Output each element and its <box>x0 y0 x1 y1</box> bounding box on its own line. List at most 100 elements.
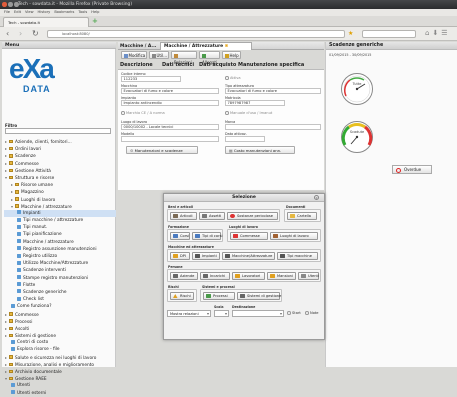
menu-item-tools[interactable]: Tools <box>78 10 87 14</box>
tree-item[interactable]: Utenti <box>4 382 116 389</box>
tree-item[interactable]: ▸ Luoghi di lavoro <box>4 196 116 203</box>
destinazione-select[interactable] <box>232 310 284 317</box>
tree-item[interactable]: ▸ Salute e sicurezza nei luoghi di lavoro <box>4 354 116 361</box>
tree-item[interactable]: Tipi macchine / attrezzature <box>4 217 116 224</box>
tree-item[interactable]: Stampe registro manutenzioni <box>4 275 116 282</box>
tree-item[interactable]: Utenti esterni <box>4 390 116 397</box>
aziende-button[interactable]: Aziende <box>170 271 198 280</box>
reload-icon[interactable]: ↻ <box>32 29 39 38</box>
commesse-button[interactable]: Commesse <box>230 231 268 240</box>
note-checkbox[interactable]: Note <box>305 311 319 315</box>
tree-item[interactable]: ▸ Commesse <box>4 160 116 167</box>
luogo-select[interactable]: 0000/10002 - Locale tecnici <box>121 124 219 130</box>
tree-item[interactable]: Centri di costo <box>4 339 116 346</box>
rischi-button[interactable]: Rischi <box>170 291 194 300</box>
window-controls[interactable] <box>2 2 20 9</box>
tab-macchine-short[interactable]: Macchine / A... <box>120 43 156 50</box>
tree-item[interactable]: ▸ Risorse umane <box>4 181 116 188</box>
bookmark-star-icon[interactable]: ★ <box>348 30 353 37</box>
tree-item[interactable]: ▸ Aziende, clienti, fornitori... <box>4 138 116 145</box>
dialog-close-icon[interactable]: x <box>314 195 319 200</box>
start-checkbox[interactable]: Start <box>287 311 301 315</box>
overdue-button[interactable]: Overdue <box>392 165 432 174</box>
processi-button[interactable]: Processi <box>203 291 235 300</box>
marca-field[interactable] <box>225 124 321 130</box>
tree-item[interactable]: Come funziona? <box>4 303 116 310</box>
tree-item[interactable]: Check list <box>4 296 116 303</box>
modello-field[interactable] <box>121 136 219 142</box>
tree-item[interactable]: ▸ Processi <box>4 318 116 325</box>
tree-item[interactable]: Tipi manut. <box>4 224 116 231</box>
tree-item[interactable]: ▾ Gestione RAEE <box>4 375 116 382</box>
scala-number-select[interactable] <box>214 310 229 317</box>
scala-select[interactable]: Mostra relazioni <box>167 310 211 317</box>
tree-item[interactable]: ▸ Commesse <box>4 311 116 318</box>
search-input[interactable] <box>362 30 416 38</box>
utenti-button[interactable]: Utenti <box>298 271 319 280</box>
tipo-select[interactable]: Evacuatori di fumo e calore <box>225 88 321 94</box>
manuale-checkbox[interactable]: Manuale d'uso / Imanut <box>225 111 272 115</box>
minimize-window-button[interactable] <box>8 2 13 7</box>
tree-item[interactable]: ▸ Ordini lavori <box>4 145 116 152</box>
menu-item-file[interactable]: File <box>4 10 10 14</box>
tree-item[interactable]: Utilizzo Macchine/Attrezzature <box>4 260 116 267</box>
manutenzioni-button[interactable]: ⚙ Manutenzioni e scadenze <box>126 146 198 154</box>
tree-item[interactable]: Registro assunzione manutenzioni <box>4 246 116 253</box>
toolbar-button-allegati[interactable]: Allegati <box>199 51 220 65</box>
menu-item-help[interactable]: Help <box>91 10 99 14</box>
sostanze-button[interactable]: Sostanze pericolose <box>227 211 278 220</box>
codice-field[interactable]: 112233 <box>121 76 181 82</box>
impianti-button[interactable]: Impianti <box>192 251 220 260</box>
data-field[interactable] <box>225 136 265 142</box>
tree-item[interactable]: ▸ Ascolti <box>4 325 116 332</box>
new-tab-icon[interactable]: + <box>92 18 98 25</box>
tree-item[interactable]: ▸ Gestione Attività <box>4 167 116 174</box>
tab-macchine-attrezzature[interactable]: Macchine / Attrezzature ⊗ <box>160 42 252 50</box>
tree-item[interactable]: ▾ Struttura e risorse <box>4 174 116 181</box>
menu-item-bookmarks[interactable]: Bookmarks <box>54 10 74 14</box>
tree-item[interactable]: ▸ Sistemi di gestione <box>4 332 116 339</box>
luoghi-lavoro-button[interactable]: Luoghi di lavoro <box>270 231 318 240</box>
toolbar-button-help[interactable]: Help <box>222 51 241 59</box>
tree-item[interactable]: Scadenze interventi <box>4 267 116 274</box>
lavoratori-button[interactable]: Lavoratori <box>232 271 265 280</box>
costo-button[interactable]: ▦ Costo manutenzioni ann. <box>225 146 295 154</box>
tree-item[interactable]: Scadenze generiche <box>4 289 116 296</box>
incarichi-button[interactable]: Incarichi <box>200 271 230 280</box>
tree-item[interactable]: Flotte <box>4 282 116 289</box>
tree-item[interactable]: ▸ Archivio documentale <box>4 368 116 375</box>
tree-item[interactable]: ▸ Magazzino <box>4 188 116 195</box>
close-window-button[interactable] <box>2 2 7 7</box>
tree-item[interactable]: Registro utilizzo <box>4 253 116 260</box>
marchio-checkbox[interactable]: Marchio CE / A norma <box>121 111 165 115</box>
macchine-button[interactable]: Macchine/Attrezzature <box>222 251 275 260</box>
close-tab-icon[interactable]: ⊗ <box>225 44 229 49</box>
toolbar-icons[interactable]: ⌂⬇☰ <box>425 29 451 37</box>
dpi-button[interactable]: DPI <box>170 251 190 260</box>
tree-item[interactable]: Impianti <box>4 209 116 218</box>
tipi-corsi-button[interactable]: Tipi di corsi <box>192 231 222 240</box>
toolbar-button-modifica[interactable]: Modifica <box>121 51 147 59</box>
subtab-1[interactable]: Dati tecnici <box>162 62 194 69</box>
menu-item-history[interactable]: History <box>38 10 51 14</box>
tree-item[interactable]: Tipi pianificazione <box>4 231 116 238</box>
macchina-field[interactable]: Evacuatori di fumo e calore <box>121 88 219 94</box>
sistemi-gestione-button[interactable]: Sistemi di gestione <box>237 291 281 300</box>
maximize-window-button[interactable] <box>14 2 19 7</box>
cartella-button[interactable]: Cartella <box>287 211 317 220</box>
tree-item[interactable]: ▸ Scadenze <box>4 152 116 159</box>
forward-arrow-icon[interactable]: › <box>19 29 22 38</box>
articoli-button[interactable]: Articoli <box>170 211 197 220</box>
tree-item[interactable]: Macchine / attrezzature <box>4 239 116 246</box>
back-arrow-icon[interactable]: ‹ <box>6 29 9 38</box>
browser-tab[interactable]: Tech - sowdata.it <box>3 17 89 27</box>
toolbar-button-util[interactable]: Util... <box>149 51 169 59</box>
menu-item-view[interactable]: View <box>25 10 34 14</box>
tree-item[interactable]: ▾ Macchine / attrezzature <box>4 203 116 210</box>
filter-input[interactable] <box>5 128 111 134</box>
url-bar[interactable]: localhost:8080/ <box>47 30 345 38</box>
corsi-button[interactable]: Corsi <box>170 231 190 240</box>
tree-item[interactable]: Esplora risorse - file <box>4 346 116 353</box>
mansioni-button[interactable]: Mansioni <box>267 271 296 280</box>
matricola-field[interactable]: 7897987987 <box>225 100 285 106</box>
